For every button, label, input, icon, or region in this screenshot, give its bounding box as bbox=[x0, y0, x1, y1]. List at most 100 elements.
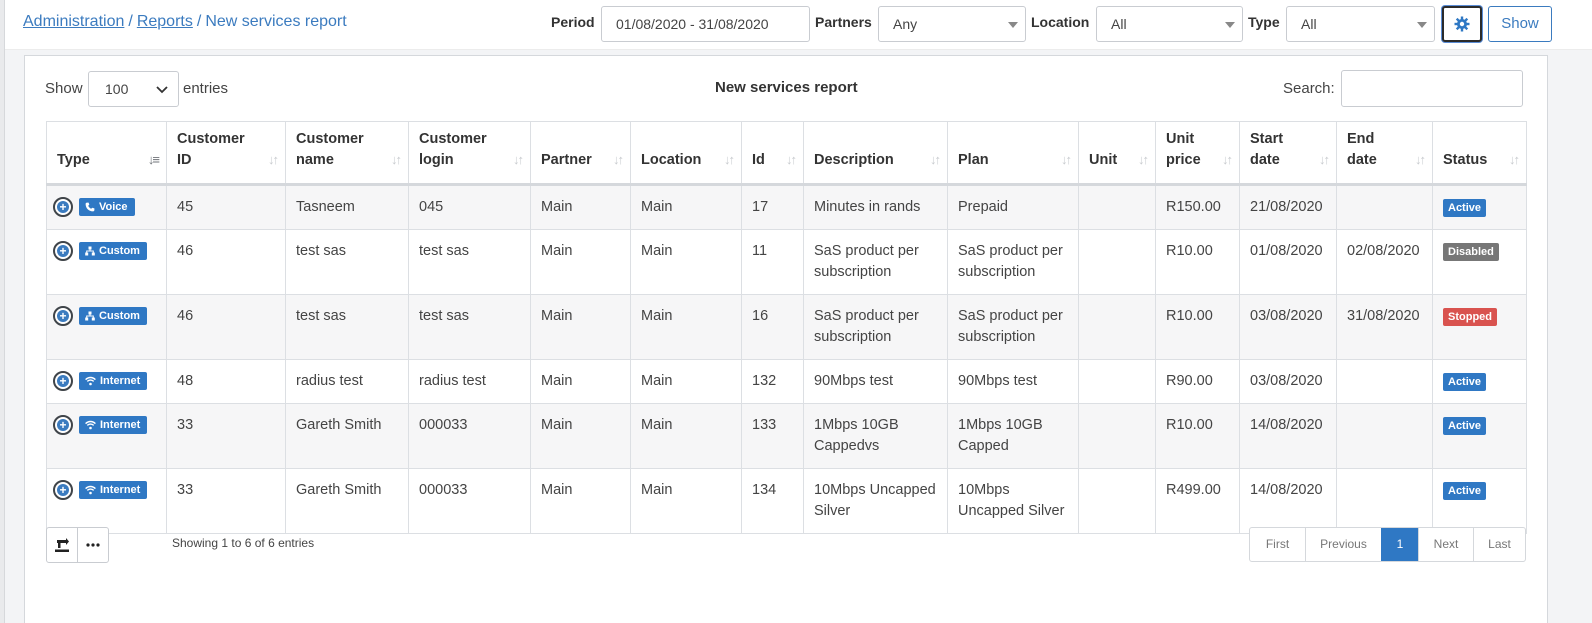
export-button[interactable] bbox=[47, 528, 77, 562]
expand-row-icon[interactable]: + bbox=[53, 241, 73, 262]
location-select[interactable]: All bbox=[1096, 6, 1243, 42]
cell-customer-name[interactable]: radius test bbox=[285, 359, 409, 404]
breadcrumb-separator: / bbox=[196, 13, 202, 30]
type-badge: Internet bbox=[79, 416, 148, 435]
cell-customer-login[interactable]: 000033 bbox=[408, 468, 531, 534]
cell-type: + Custom bbox=[46, 229, 167, 295]
column-header-customer-login[interactable]: Customer login ↓↑ bbox=[408, 121, 531, 186]
cell-start-date: 03/08/2020 bbox=[1239, 359, 1337, 404]
column-header-id[interactable]: Id ↓↑ bbox=[741, 121, 804, 186]
cell-status: Stopped bbox=[1432, 294, 1527, 360]
pagination-page-1[interactable]: 1 bbox=[1381, 528, 1418, 561]
expand-row-icon[interactable]: + bbox=[53, 306, 73, 327]
column-header-plan[interactable]: Plan ↓↑ bbox=[947, 121, 1079, 186]
wifi-icon bbox=[85, 485, 96, 495]
chevron-down-icon bbox=[156, 86, 168, 94]
report-panel: Show 100 entries New services report Sea… bbox=[24, 55, 1548, 623]
more-button[interactable] bbox=[77, 528, 108, 562]
cell-end-date bbox=[1336, 468, 1433, 534]
column-header-description[interactable]: Description ↓↑ bbox=[803, 121, 948, 186]
cell-customer-login[interactable]: test sas bbox=[408, 229, 531, 295]
cell-customer-login[interactable]: 045 bbox=[408, 184, 531, 230]
pagination-next[interactable]: Next bbox=[1418, 528, 1473, 561]
cell-unit bbox=[1078, 294, 1156, 360]
cell-customer-name[interactable]: Gareth Smith bbox=[285, 403, 409, 469]
pagination: First Previous 1 Next Last bbox=[1249, 527, 1526, 562]
sort-icon: ↓↑ bbox=[268, 152, 279, 167]
cell-location: Main bbox=[630, 184, 742, 230]
column-header-end-date[interactable]: End date ↓↑ bbox=[1336, 121, 1433, 186]
cell-customer-login[interactable]: radius test bbox=[408, 359, 531, 404]
phone-icon bbox=[85, 202, 95, 212]
cell-end-date: 02/08/2020 bbox=[1336, 229, 1433, 295]
sort-icon: ↓↑ bbox=[1319, 152, 1330, 167]
column-header-start-date[interactable]: Start date ↓↑ bbox=[1239, 121, 1337, 186]
partners-select[interactable]: Any bbox=[878, 6, 1026, 42]
breadcrumb-reports[interactable]: Reports bbox=[137, 13, 193, 30]
cell-description: Minutes in rands bbox=[803, 184, 948, 230]
cell-location: Main bbox=[630, 468, 742, 534]
expand-row-icon[interactable]: + bbox=[53, 197, 73, 218]
cell-location: Main bbox=[630, 359, 742, 404]
sort-icon: ↓↑ bbox=[513, 152, 524, 167]
cell-customer-name[interactable]: test sas bbox=[285, 229, 409, 295]
cell-location: Main bbox=[630, 294, 742, 360]
cell-location: Main bbox=[630, 229, 742, 295]
column-header-customer-name[interactable]: Customer name ↓↑ bbox=[285, 121, 409, 186]
column-header-partner[interactable]: Partner ↓↑ bbox=[530, 121, 631, 186]
expand-row-icon[interactable]: + bbox=[53, 415, 73, 436]
type-select[interactable]: All bbox=[1286, 6, 1435, 42]
breadcrumb-administration[interactable]: Administration bbox=[23, 13, 124, 30]
period-input[interactable]: 01/08/2020 - 31/08/2020 bbox=[601, 6, 810, 42]
cell-unit-price: R10.00 bbox=[1155, 294, 1240, 360]
cell-customer-name[interactable]: test sas bbox=[285, 294, 409, 360]
cell-partner: Main bbox=[530, 359, 631, 404]
sort-icon: ↓↑ bbox=[1415, 152, 1426, 167]
type-badge: Custom bbox=[79, 307, 147, 326]
cell-customer-id: 33 bbox=[166, 468, 286, 534]
status-badge: Disabled bbox=[1443, 243, 1499, 261]
pagination-previous[interactable]: Previous bbox=[1305, 528, 1381, 561]
column-header-unit-price[interactable]: Unit price ↓↑ bbox=[1155, 121, 1240, 186]
cell-partner: Main bbox=[530, 468, 631, 534]
column-header-customer-id[interactable]: Customer ID ↓↑ bbox=[166, 121, 286, 186]
entries-select[interactable]: 100 bbox=[88, 71, 179, 107]
expand-row-icon[interactable]: + bbox=[53, 371, 73, 392]
cell-customer-name[interactable]: Tasneem bbox=[285, 184, 409, 230]
type-badge-label: Custom bbox=[99, 244, 140, 257]
cell-customer-name[interactable]: Gareth Smith bbox=[285, 468, 409, 534]
services-table: Type ↓≡ Customer ID ↓↑ Customer name ↓↑ Cus… bbox=[46, 121, 1527, 534]
column-header-unit[interactable]: Unit ↓↑ bbox=[1078, 121, 1156, 186]
cell-customer-login[interactable]: 000033 bbox=[408, 403, 531, 469]
cell-status: Disabled bbox=[1432, 229, 1527, 295]
expand-row-icon[interactable]: + bbox=[53, 480, 73, 501]
settings-button[interactable] bbox=[1442, 6, 1482, 42]
show-button[interactable]: Show bbox=[1488, 6, 1552, 42]
cell-id: 11 bbox=[741, 229, 804, 295]
cell-unit bbox=[1078, 184, 1156, 230]
cell-unit bbox=[1078, 359, 1156, 404]
search-input[interactable] bbox=[1341, 70, 1523, 107]
cell-customer-login[interactable]: test sas bbox=[408, 294, 531, 360]
breadcrumb-separator: / bbox=[128, 13, 133, 30]
cell-unit-price: R150.00 bbox=[1155, 184, 1240, 230]
cell-start-date: 14/08/2020 bbox=[1239, 468, 1337, 534]
location-label: Location bbox=[1031, 14, 1090, 30]
sort-icon: ↓↑ bbox=[1222, 152, 1233, 167]
sort-icon: ↓↑ bbox=[613, 152, 624, 167]
pagination-last[interactable]: Last bbox=[1473, 528, 1525, 561]
column-header-status[interactable]: Status ↓↑ bbox=[1432, 121, 1527, 186]
cell-description: 10Mbps Uncapped Silver bbox=[803, 468, 948, 534]
cell-start-date: 01/08/2020 bbox=[1239, 229, 1337, 295]
cell-end-date bbox=[1336, 403, 1433, 469]
column-header-type[interactable]: Type ↓≡ bbox=[46, 121, 167, 186]
type-badge-label: Voice bbox=[99, 200, 128, 213]
cell-customer-id: 45 bbox=[166, 184, 286, 230]
column-header-location[interactable]: Location ↓↑ bbox=[630, 121, 742, 186]
type-badge: Custom bbox=[79, 242, 147, 261]
table-row: + Internet 33 Gareth Smith 000033 Main Main 134… bbox=[46, 468, 1527, 534]
status-badge: Active bbox=[1443, 417, 1487, 435]
cell-unit bbox=[1078, 229, 1156, 295]
pagination-first[interactable]: First bbox=[1250, 528, 1305, 561]
cell-type: + Voice bbox=[46, 184, 167, 230]
